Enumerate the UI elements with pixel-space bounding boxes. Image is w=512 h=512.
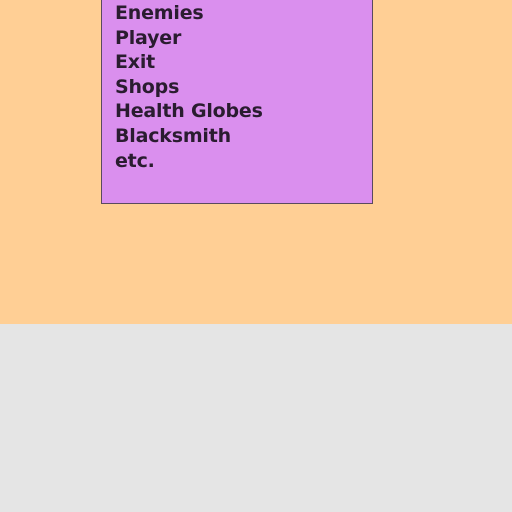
list-item-shops: Shops [115, 75, 180, 98]
list-item-player: Player [115, 26, 182, 49]
stage: Enemies Player Exit Shops Health Globes … [0, 0, 512, 512]
item-list: Enemies Player Exit Shops Health Globes … [115, 1, 263, 173]
content-box: Enemies Player Exit Shops Health Globes … [101, 0, 373, 204]
list-item-blacksmith: Blacksmith [115, 124, 231, 147]
list-item-health-globes: Health Globes [115, 100, 263, 123]
bottom-panel [0, 324, 512, 512]
top-panel: Enemies Player Exit Shops Health Globes … [0, 0, 512, 324]
list-item-etc: etc. [115, 149, 155, 172]
list-item-enemies: Enemies [115, 2, 204, 24]
list-item-exit: Exit [115, 51, 156, 74]
